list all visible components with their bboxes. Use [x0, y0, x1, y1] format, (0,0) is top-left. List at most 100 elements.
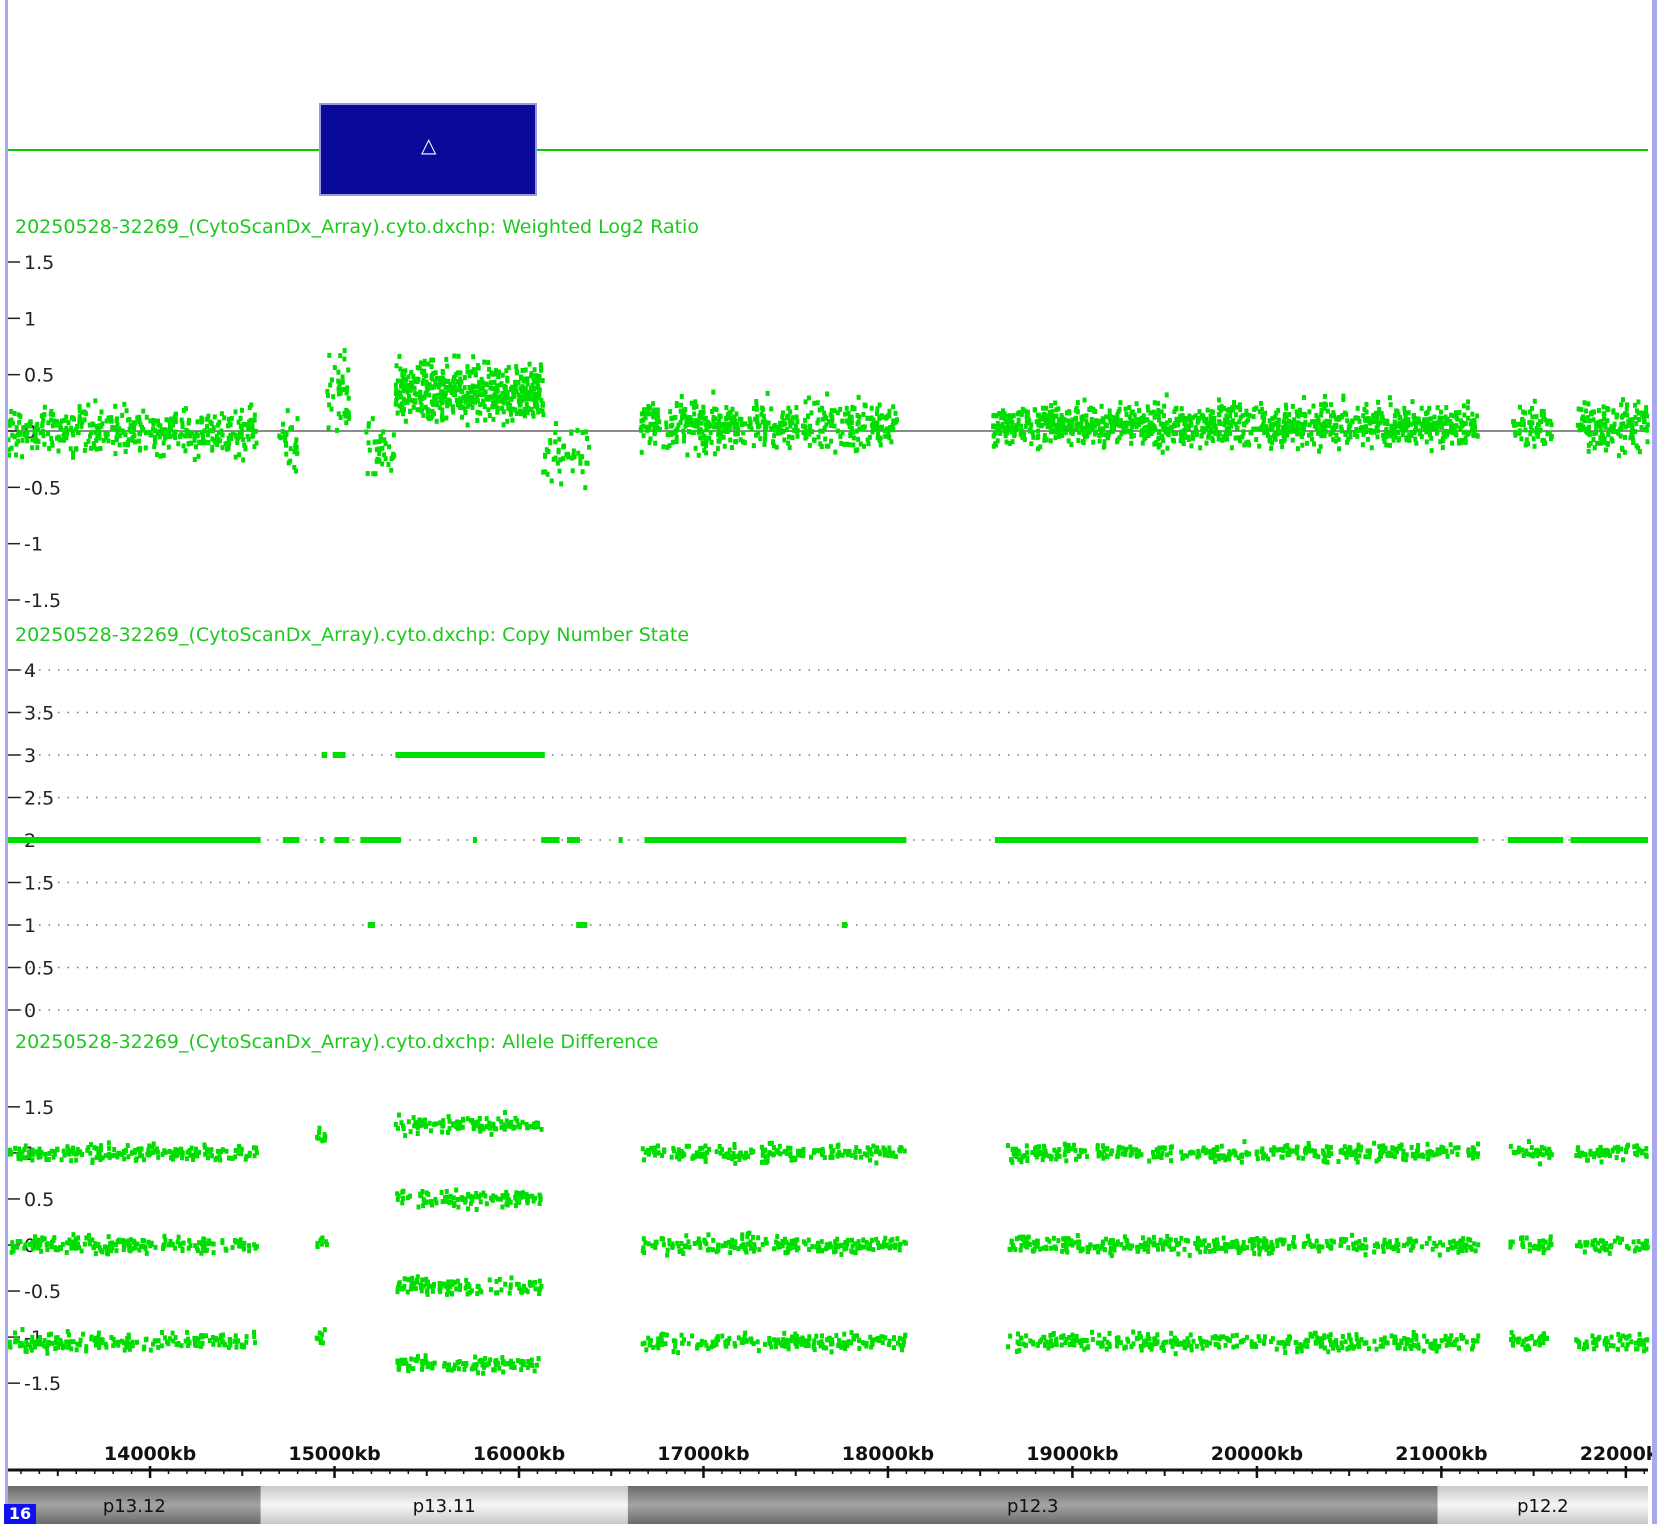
log2-point — [1245, 412, 1249, 417]
allele-point — [807, 1238, 811, 1243]
allele-point — [806, 1339, 810, 1344]
allele-difference-track: 1.510.50-0.5-1-1.5 — [6, 1097, 1650, 1395]
log2-point — [1297, 431, 1301, 436]
log2-point — [1189, 443, 1193, 448]
log2-point — [480, 377, 484, 382]
allele-point — [500, 1204, 504, 1209]
log2-point — [238, 430, 242, 435]
allele-point — [677, 1147, 681, 1152]
allele-point — [1074, 1157, 1078, 1162]
log2-point — [394, 363, 398, 368]
allele-point — [128, 1347, 132, 1352]
log2-point — [1430, 448, 1434, 453]
log2-point — [402, 397, 406, 402]
allele-point — [43, 1152, 47, 1157]
allele-point — [520, 1360, 524, 1365]
log2-point — [724, 417, 728, 422]
log2-point — [440, 376, 444, 381]
log2-point — [234, 409, 238, 414]
log2-point — [1242, 442, 1246, 447]
allele-point — [445, 1189, 449, 1194]
allele-point — [869, 1345, 873, 1350]
log2-point — [70, 415, 74, 420]
allele-point — [234, 1345, 238, 1350]
allele-point — [788, 1151, 792, 1156]
log2-point — [578, 461, 582, 466]
log2-point — [572, 448, 576, 453]
log2-point — [402, 371, 406, 376]
allele-point — [820, 1248, 824, 1253]
log2-point — [296, 416, 300, 421]
log2-point — [141, 409, 145, 414]
allele-point — [97, 1331, 101, 1336]
allele-point — [653, 1153, 657, 1158]
log2-point — [558, 469, 562, 474]
allele-point — [32, 1239, 36, 1244]
log2-point — [1208, 422, 1212, 427]
log2-point — [438, 405, 442, 410]
log2-point — [437, 385, 441, 390]
allele-point — [1130, 1147, 1134, 1152]
log2-point — [327, 425, 331, 430]
log2-point — [1462, 403, 1466, 408]
log2-point — [1316, 415, 1320, 420]
log2-point — [1324, 403, 1328, 408]
allele-point — [147, 1153, 151, 1158]
log2-point — [694, 446, 698, 451]
log2-point — [1029, 427, 1033, 432]
allele-point — [104, 1345, 108, 1350]
allele-point — [17, 1146, 21, 1151]
log2-point — [1523, 427, 1527, 432]
log2-point — [430, 401, 434, 406]
log2-point — [1341, 394, 1345, 399]
log2-point — [554, 456, 558, 461]
allele-point — [1420, 1152, 1424, 1157]
log2-point — [475, 418, 479, 423]
allele-point — [672, 1349, 676, 1354]
log2-point — [851, 443, 855, 448]
log2-point — [1168, 428, 1172, 433]
allele-point — [119, 1239, 123, 1244]
allele-point — [54, 1246, 58, 1251]
allele-point — [407, 1364, 411, 1369]
log2-point — [1145, 418, 1149, 423]
allele-point — [737, 1157, 741, 1162]
log2-point — [486, 360, 490, 365]
log2-point — [78, 404, 82, 409]
log2-point — [697, 453, 701, 458]
allele-point — [749, 1148, 753, 1153]
allele-point — [654, 1241, 658, 1246]
log2-point — [525, 376, 529, 381]
log2-point — [1025, 419, 1029, 424]
allele-point — [40, 1150, 44, 1155]
log2-point — [682, 439, 686, 444]
cn-segment — [567, 837, 580, 843]
allele-point — [1301, 1156, 1305, 1161]
log2-point — [1238, 438, 1242, 443]
log2-point — [488, 413, 492, 418]
log2-point — [1646, 439, 1650, 444]
log2-point — [646, 407, 650, 412]
log2-point — [99, 409, 103, 414]
log2-point — [341, 375, 345, 380]
log2-point — [1576, 423, 1580, 428]
allele-point — [1152, 1155, 1156, 1160]
log2-point — [1044, 406, 1048, 411]
y-tick-label: 1 — [24, 308, 36, 330]
log2-point — [1239, 415, 1243, 420]
allele-point — [9, 1151, 13, 1156]
log2-point — [1098, 426, 1102, 431]
log2-point — [1366, 437, 1370, 442]
log2-point — [492, 399, 496, 404]
log2-point — [413, 398, 417, 403]
allele-point — [788, 1338, 792, 1343]
log2-point — [460, 415, 464, 420]
log2-point — [421, 413, 425, 418]
log2-point — [98, 416, 102, 421]
allele-point — [1192, 1150, 1196, 1155]
allele-point — [90, 1160, 94, 1165]
log2-point — [1388, 432, 1392, 437]
allele-point — [829, 1244, 833, 1249]
log2-point — [483, 404, 487, 409]
allele-point — [774, 1341, 778, 1346]
